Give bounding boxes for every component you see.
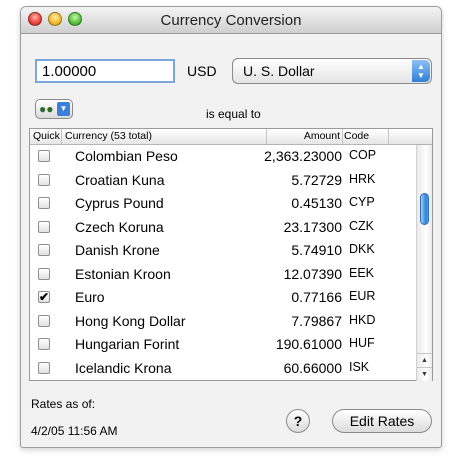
table-row[interactable]: Hong Kong Dollar 7.79867 HKD bbox=[30, 310, 416, 334]
currency-amount: 5.72729 bbox=[291, 171, 342, 188]
currency-code: ISK bbox=[349, 359, 370, 374]
quick-checkbox[interactable]: ✔ bbox=[38, 291, 50, 303]
table-row[interactable]: Danish Krone 5.74910 DKK bbox=[30, 239, 416, 263]
column-header-code[interactable]: Code bbox=[344, 130, 369, 142]
table-row[interactable]: Hungarian Forint 190.61000 HUF bbox=[30, 333, 416, 357]
quick-checkbox[interactable] bbox=[38, 197, 50, 209]
table-row[interactable]: ✔ Euro 0.77166 EUR bbox=[30, 286, 416, 310]
currency-code: CZK bbox=[349, 218, 374, 233]
quick-list-menu-button[interactable]: ●● ▼ bbox=[35, 99, 73, 119]
currency-name: Icelandic Krona bbox=[75, 359, 172, 376]
table-body: Colombian Peso 2,363.23000 COP Croatian Kun… bbox=[30, 145, 416, 381]
table-row[interactable]: Colombian Peso 2,363.23000 COP bbox=[30, 145, 416, 169]
quick-checkbox[interactable] bbox=[38, 150, 50, 162]
currency-code: COP bbox=[349, 148, 377, 162]
currency-name: Colombian Peso bbox=[75, 148, 178, 164]
vertical-scrollbar[interactable]: ▲ ▼ bbox=[416, 145, 432, 381]
currency-select-value: U. S. Dollar bbox=[243, 63, 315, 79]
table-row[interactable]: Cyprus Pound 0.45130 CYP bbox=[30, 192, 416, 216]
quick-checkbox[interactable] bbox=[38, 267, 50, 280]
currency-amount: 23.17300 bbox=[283, 218, 342, 235]
chevron-down-icon: ▼ bbox=[57, 102, 70, 116]
currency-code: HRK bbox=[349, 171, 376, 186]
quick-checkbox[interactable] bbox=[38, 314, 50, 327]
table-header: Quick Currency (53 total) Amount Code bbox=[30, 129, 432, 145]
column-divider bbox=[61, 129, 62, 144]
currency-name: Danish Krone bbox=[75, 242, 160, 258]
base-currency-code: USD bbox=[187, 63, 217, 79]
edit-rates-button[interactable]: Edit Rates bbox=[332, 409, 432, 433]
currency-code: DKK bbox=[349, 242, 375, 256]
quick-checkbox[interactable] bbox=[38, 173, 50, 186]
currency-code: HUF bbox=[349, 336, 375, 350]
currency-name: Hungarian Forint bbox=[75, 336, 180, 352]
currency-name: Cyprus Pound bbox=[75, 195, 164, 211]
currency-code: HKD bbox=[349, 312, 376, 327]
currency-name: Hong Kong Dollar bbox=[75, 312, 186, 329]
rates-date: 4/2/05 11:56 AM bbox=[31, 424, 118, 438]
scroll-down-arrow-icon[interactable]: ▼ bbox=[417, 367, 432, 381]
currency-amount: 5.74910 bbox=[291, 242, 342, 258]
currency-conversion-window: Currency Conversion USD U. S. Dollar ▲▼ … bbox=[20, 6, 442, 448]
currency-name: Croatian Kuna bbox=[75, 171, 165, 188]
currency-code: EUR bbox=[349, 289, 376, 303]
column-divider bbox=[388, 129, 389, 144]
quick-checkbox[interactable] bbox=[38, 361, 50, 374]
currency-amount: 0.77166 bbox=[291, 289, 342, 305]
column-divider bbox=[342, 129, 343, 144]
equal-label: is equal to bbox=[206, 107, 261, 121]
window-title: Currency Conversion bbox=[160, 12, 302, 29]
column-header-quick[interactable]: Quick bbox=[33, 130, 60, 142]
currency-amount: 2,363.23000 bbox=[264, 148, 342, 164]
currency-amount: 7.79867 bbox=[291, 312, 342, 329]
people-icon: ●● bbox=[39, 102, 54, 116]
select-arrows-icon: ▲ ▼ bbox=[412, 60, 430, 82]
currency-code: CYP bbox=[349, 195, 375, 209]
scrollbar-thumb[interactable] bbox=[420, 193, 429, 225]
table-row[interactable]: Croatian Kuna 5.72729 HRK bbox=[30, 169, 416, 193]
currency-amount: 190.61000 bbox=[275, 336, 342, 352]
currency-table: Quick Currency (53 total) Amount Code Co… bbox=[29, 128, 433, 381]
currency-name: Euro bbox=[75, 289, 105, 305]
help-button[interactable]: ? bbox=[286, 409, 310, 433]
rates-as-of-label: Rates as of: bbox=[31, 397, 96, 411]
title-bar[interactable]: Currency Conversion bbox=[21, 7, 441, 34]
quick-checkbox[interactable] bbox=[38, 220, 50, 233]
table-row[interactable]: Czech Koruna 23.17300 CZK bbox=[30, 216, 416, 240]
quick-checkbox[interactable] bbox=[38, 338, 50, 350]
currency-code: EEK bbox=[349, 265, 375, 280]
currency-name: Estonian Kroon bbox=[75, 265, 171, 282]
column-divider bbox=[266, 129, 267, 144]
quick-checkbox[interactable] bbox=[38, 244, 50, 256]
currency-amount: 60.66000 bbox=[283, 359, 342, 376]
currency-amount: 12.07390 bbox=[283, 265, 342, 282]
column-header-amount[interactable]: Amount bbox=[280, 130, 340, 142]
currency-name: Czech Koruna bbox=[75, 218, 164, 235]
amount-input[interactable] bbox=[35, 59, 175, 83]
currency-select[interactable]: U. S. Dollar ▲ ▼ bbox=[232, 58, 432, 84]
table-row[interactable]: Estonian Kroon 12.07390 EEK bbox=[30, 263, 416, 287]
scroll-up-arrow-icon[interactable]: ▲ bbox=[417, 353, 432, 367]
table-row[interactable]: Icelandic Krona 60.66000 ISK bbox=[30, 357, 416, 381]
currency-amount: 0.45130 bbox=[291, 195, 342, 211]
column-header-currency[interactable]: Currency (53 total) bbox=[65, 130, 152, 142]
